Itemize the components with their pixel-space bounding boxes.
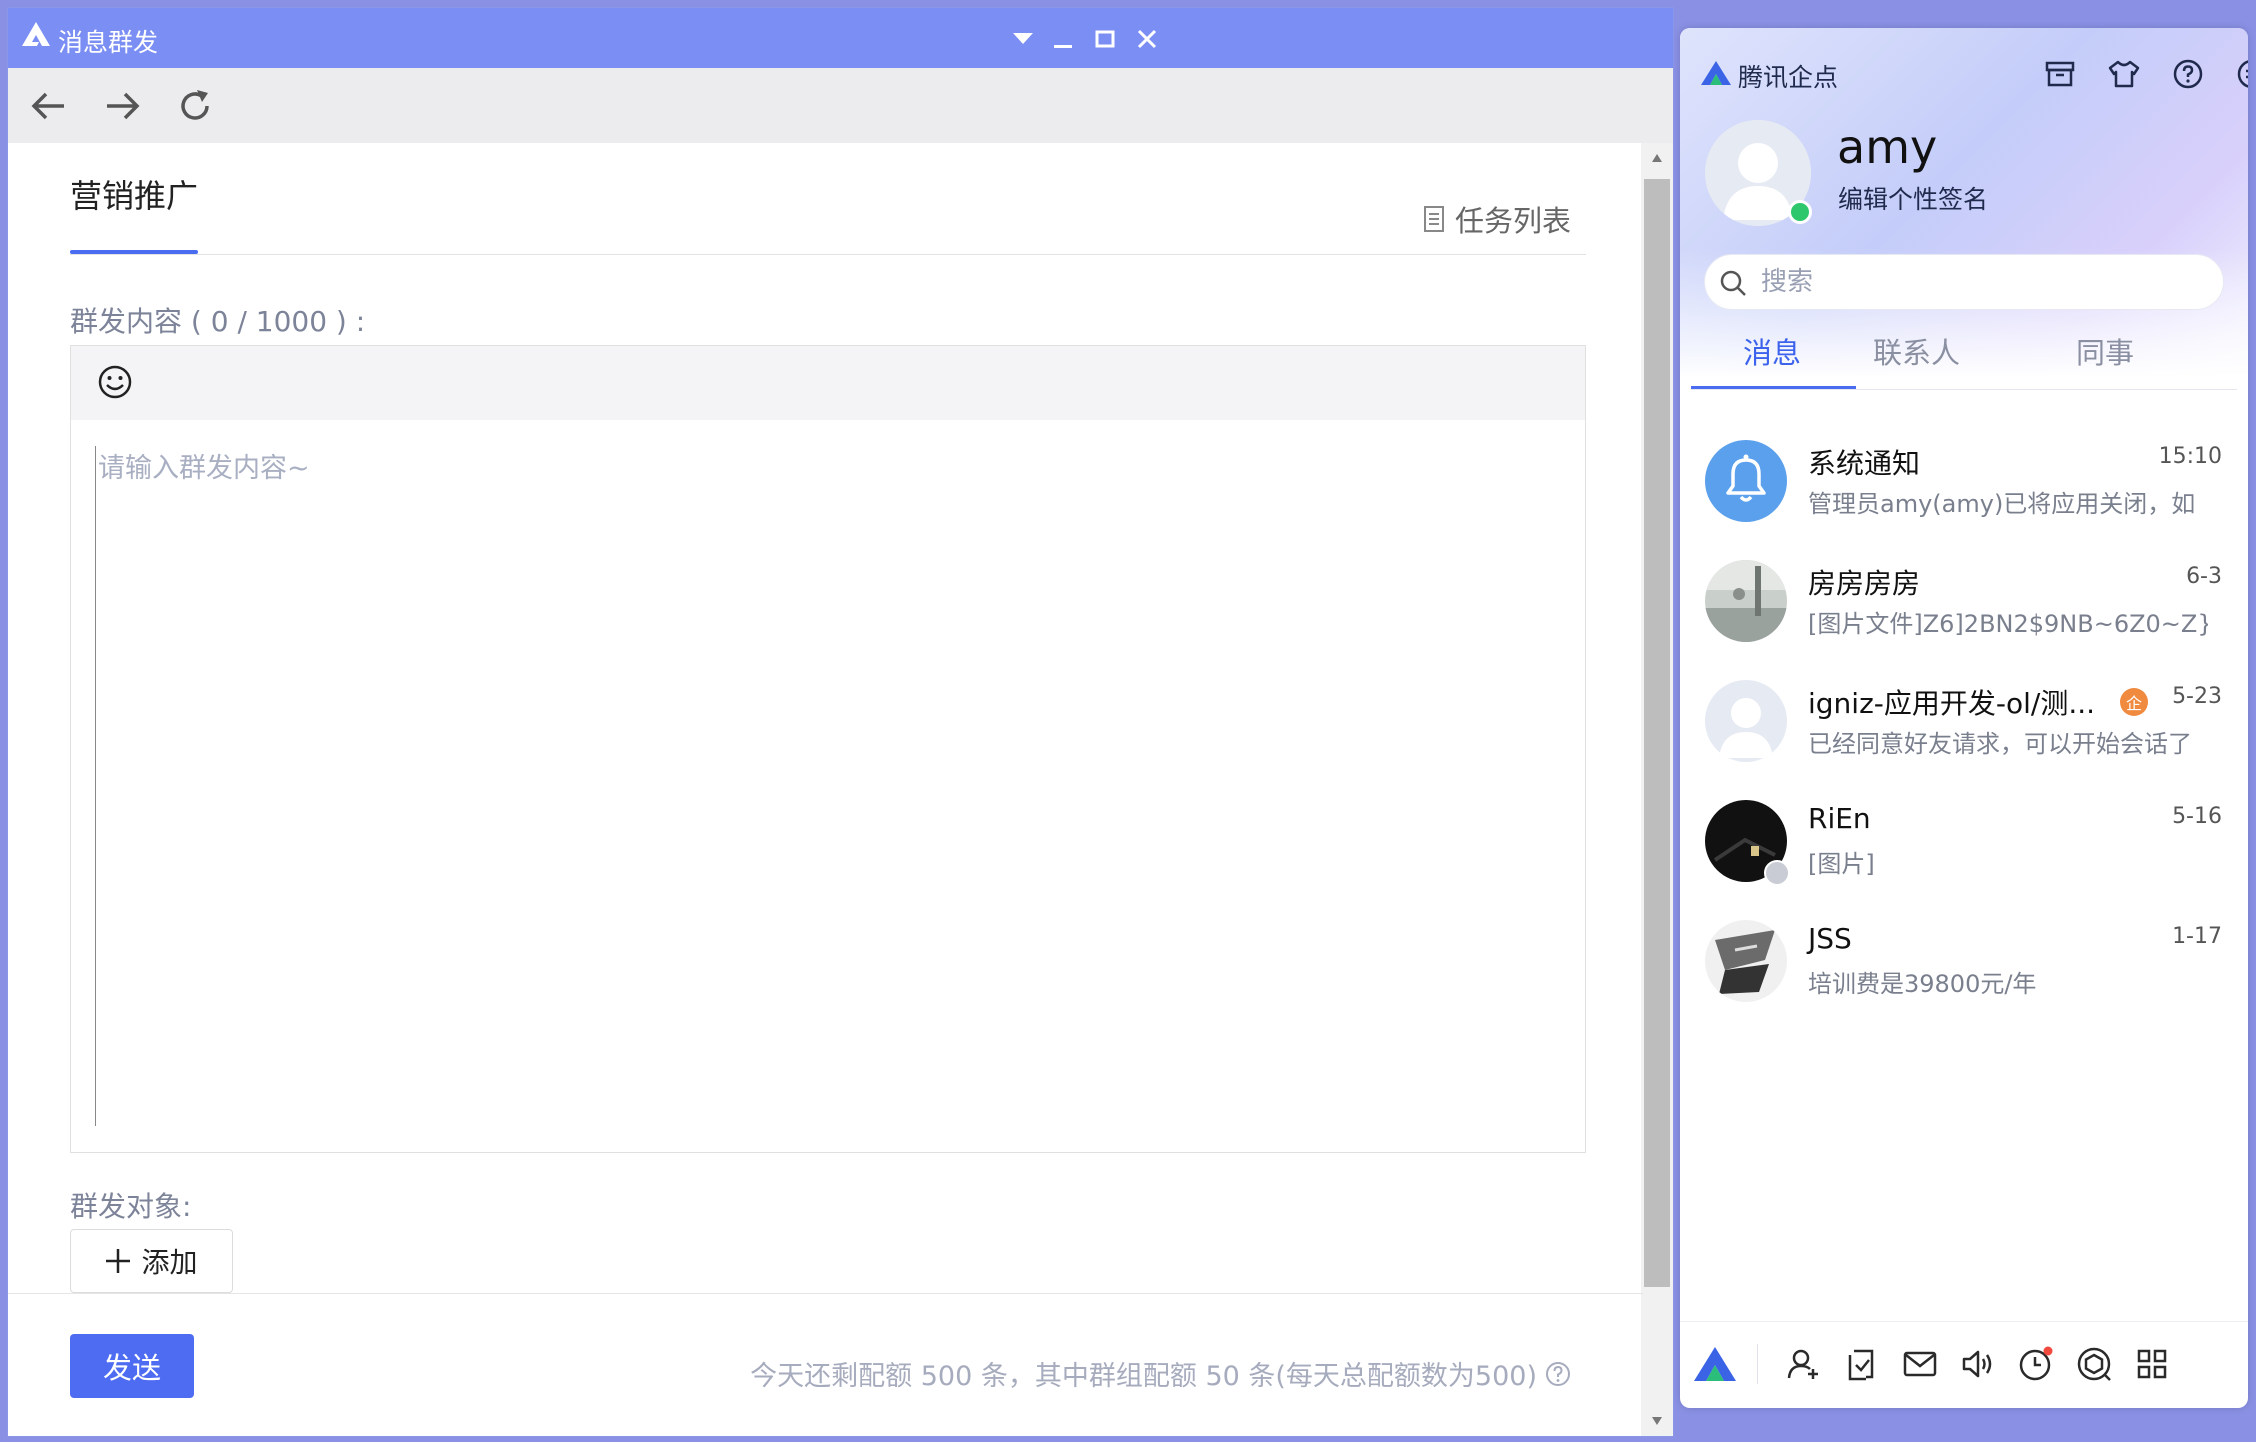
- send-button[interactable]: 发送: [70, 1334, 194, 1398]
- scroll-up-icon[interactable]: [1651, 153, 1663, 163]
- conversation-time: 5-16: [2172, 804, 2222, 829]
- conversation-item[interactable]: JSS 1-17 培训费是39800元/年: [1680, 908, 2248, 1028]
- message-input[interactable]: [95, 446, 1555, 1126]
- grid-apps-icon[interactable]: [2130, 1342, 2174, 1386]
- emoji-icon[interactable]: [97, 364, 133, 400]
- mail-icon[interactable]: [1898, 1342, 1942, 1386]
- quota-text: 今天还剩配额 500 条，其中群组配额 50 条(每天总配额数为500): [750, 1361, 1537, 1392]
- qidian-logo-icon: [1700, 60, 1732, 86]
- add-target-button[interactable]: 添加: [70, 1229, 233, 1293]
- title-bar: 消息群发: [8, 8, 1673, 68]
- navigation-bar: [8, 68, 1673, 143]
- contact-avatar: [1705, 560, 1787, 642]
- conversation-name: igniz-应用开发-ol/测...: [1808, 687, 2096, 720]
- plus-icon: [106, 1249, 131, 1273]
- conversation-preview: 已经同意好友请求，可以开始会话了: [1808, 730, 2192, 758]
- skin-shirt-icon[interactable]: [2104, 54, 2144, 94]
- conversation-preview: [图片文件]Z6]2BN2$9NB~6Z0~Z}$: [1808, 610, 2208, 638]
- tab-contacts[interactable]: 联系人: [1873, 330, 1960, 372]
- tab-colleagues[interactable]: 同事: [2076, 330, 2134, 372]
- scroll-down-icon[interactable]: [1651, 1416, 1663, 1426]
- qidian-home-icon[interactable]: [1693, 1342, 1737, 1386]
- conversation-name: 房房房房: [1808, 567, 1921, 600]
- close-icon[interactable]: [1132, 24, 1162, 54]
- conversation-preview: 管理员amy(amy)已将应用关闭，如: [1808, 490, 2196, 518]
- maximize-icon[interactable]: [1090, 24, 1120, 54]
- message-menu-icon[interactable]: [2232, 54, 2248, 94]
- document-icon: [1423, 206, 1444, 232]
- editor-toolbar: [71, 346, 1585, 420]
- system-notification-avatar: [1705, 440, 1787, 522]
- minimize-icon[interactable]: [1048, 24, 1078, 54]
- forward-arrow-icon[interactable]: [102, 86, 142, 126]
- online-status-badge: [1788, 200, 1812, 224]
- refresh-icon[interactable]: [175, 86, 215, 126]
- task-check-icon[interactable]: [1840, 1342, 1884, 1386]
- group-message-window: 消息群发 营销推广 任务列表 群发内容 (0 / 1000): 请输入群发…: [7, 7, 1674, 1437]
- bottom-divider: [1680, 1321, 2248, 1322]
- contact-avatar: [1705, 680, 1787, 762]
- tab-divider: [1691, 389, 2237, 390]
- clock-history-icon[interactable]: [2014, 1342, 2058, 1386]
- tab-messages[interactable]: 消息: [1743, 330, 1801, 372]
- search-icon: [1719, 269, 1747, 297]
- search-box[interactable]: [1704, 254, 2224, 310]
- qidian-main-panel: 腾讯企点 amy 编辑个性签名 消息 联系人 同事 系统通知 15:10: [1680, 28, 2248, 1408]
- contact-avatar: [1705, 920, 1787, 1002]
- help-icon[interactable]: [2168, 54, 2208, 94]
- archive-icon[interactable]: [2040, 54, 2080, 94]
- help-icon[interactable]: [1545, 1361, 1571, 1387]
- conversation-time: 15:10: [2158, 444, 2222, 469]
- app-name: 腾讯企点: [1738, 63, 1839, 92]
- dropdown-icon[interactable]: [1008, 24, 1038, 54]
- conversation-item[interactable]: igniz-应用开发-ol/测... 企 5-23 已经同意好友请求，可以开始会…: [1680, 668, 2248, 788]
- quota-info: 今天还剩配额 500 条，其中群组配额 50 条(每天总配额数为500): [750, 1354, 1571, 1393]
- conversation-item[interactable]: 房房房房 6-3 [图片文件]Z6]2BN2$9NB~6Z0~Z}$: [1680, 548, 2248, 668]
- conversation-time: 5-23: [2172, 684, 2222, 709]
- task-list-label: 任务列表: [1454, 204, 1571, 238]
- username: amy: [1837, 120, 1938, 174]
- conversation-name: 系统通知: [1808, 447, 1921, 480]
- conversation-time: 6-3: [2186, 564, 2222, 589]
- message-editor: [70, 345, 1586, 1153]
- tab-marketing[interactable]: 营销推广: [70, 171, 198, 217]
- scrollbar-thumb[interactable]: [1644, 179, 1670, 1287]
- conversation-preview: [图片]: [1808, 850, 1875, 878]
- back-arrow-icon[interactable]: [29, 86, 69, 126]
- conversation-item[interactable]: 系统通知 15:10 管理员amy(amy)已将应用关闭，如: [1680, 428, 2248, 548]
- conversation-preview: 培训费是39800元/年: [1808, 970, 2037, 998]
- task-list-link[interactable]: 任务列表: [1423, 198, 1571, 240]
- broadcast-speaker-icon[interactable]: [1956, 1342, 2000, 1386]
- target-label: 群发对象:: [70, 1190, 192, 1223]
- app-center-icon[interactable]: [2072, 1342, 2116, 1386]
- conversation-item[interactable]: RiEn 5-16 [图片]: [1680, 788, 2248, 908]
- qidian-logo-icon: [21, 21, 51, 47]
- enterprise-badge: 企: [2120, 688, 2148, 716]
- tab-divider: [70, 254, 1586, 255]
- clock-status-icon: [1764, 860, 1790, 886]
- content-label: 群发内容 ( 0 / 1000 ) :: [70, 305, 366, 338]
- edit-signature[interactable]: 编辑个性签名: [1838, 180, 1988, 216]
- search-input[interactable]: [1761, 264, 2201, 300]
- conversation-name: JSS: [1808, 922, 1852, 955]
- conversation-time: 1-17: [2172, 924, 2222, 949]
- footer-divider: [8, 1293, 1643, 1294]
- add-button-label: 添加: [141, 1246, 198, 1279]
- window-title: 消息群发: [58, 28, 159, 57]
- toolbar-separator: [1757, 1344, 1758, 1384]
- conversation-name: RiEn: [1808, 802, 1871, 835]
- add-contact-icon[interactable]: [1782, 1342, 1826, 1386]
- scrollbar[interactable]: [1641, 143, 1673, 1436]
